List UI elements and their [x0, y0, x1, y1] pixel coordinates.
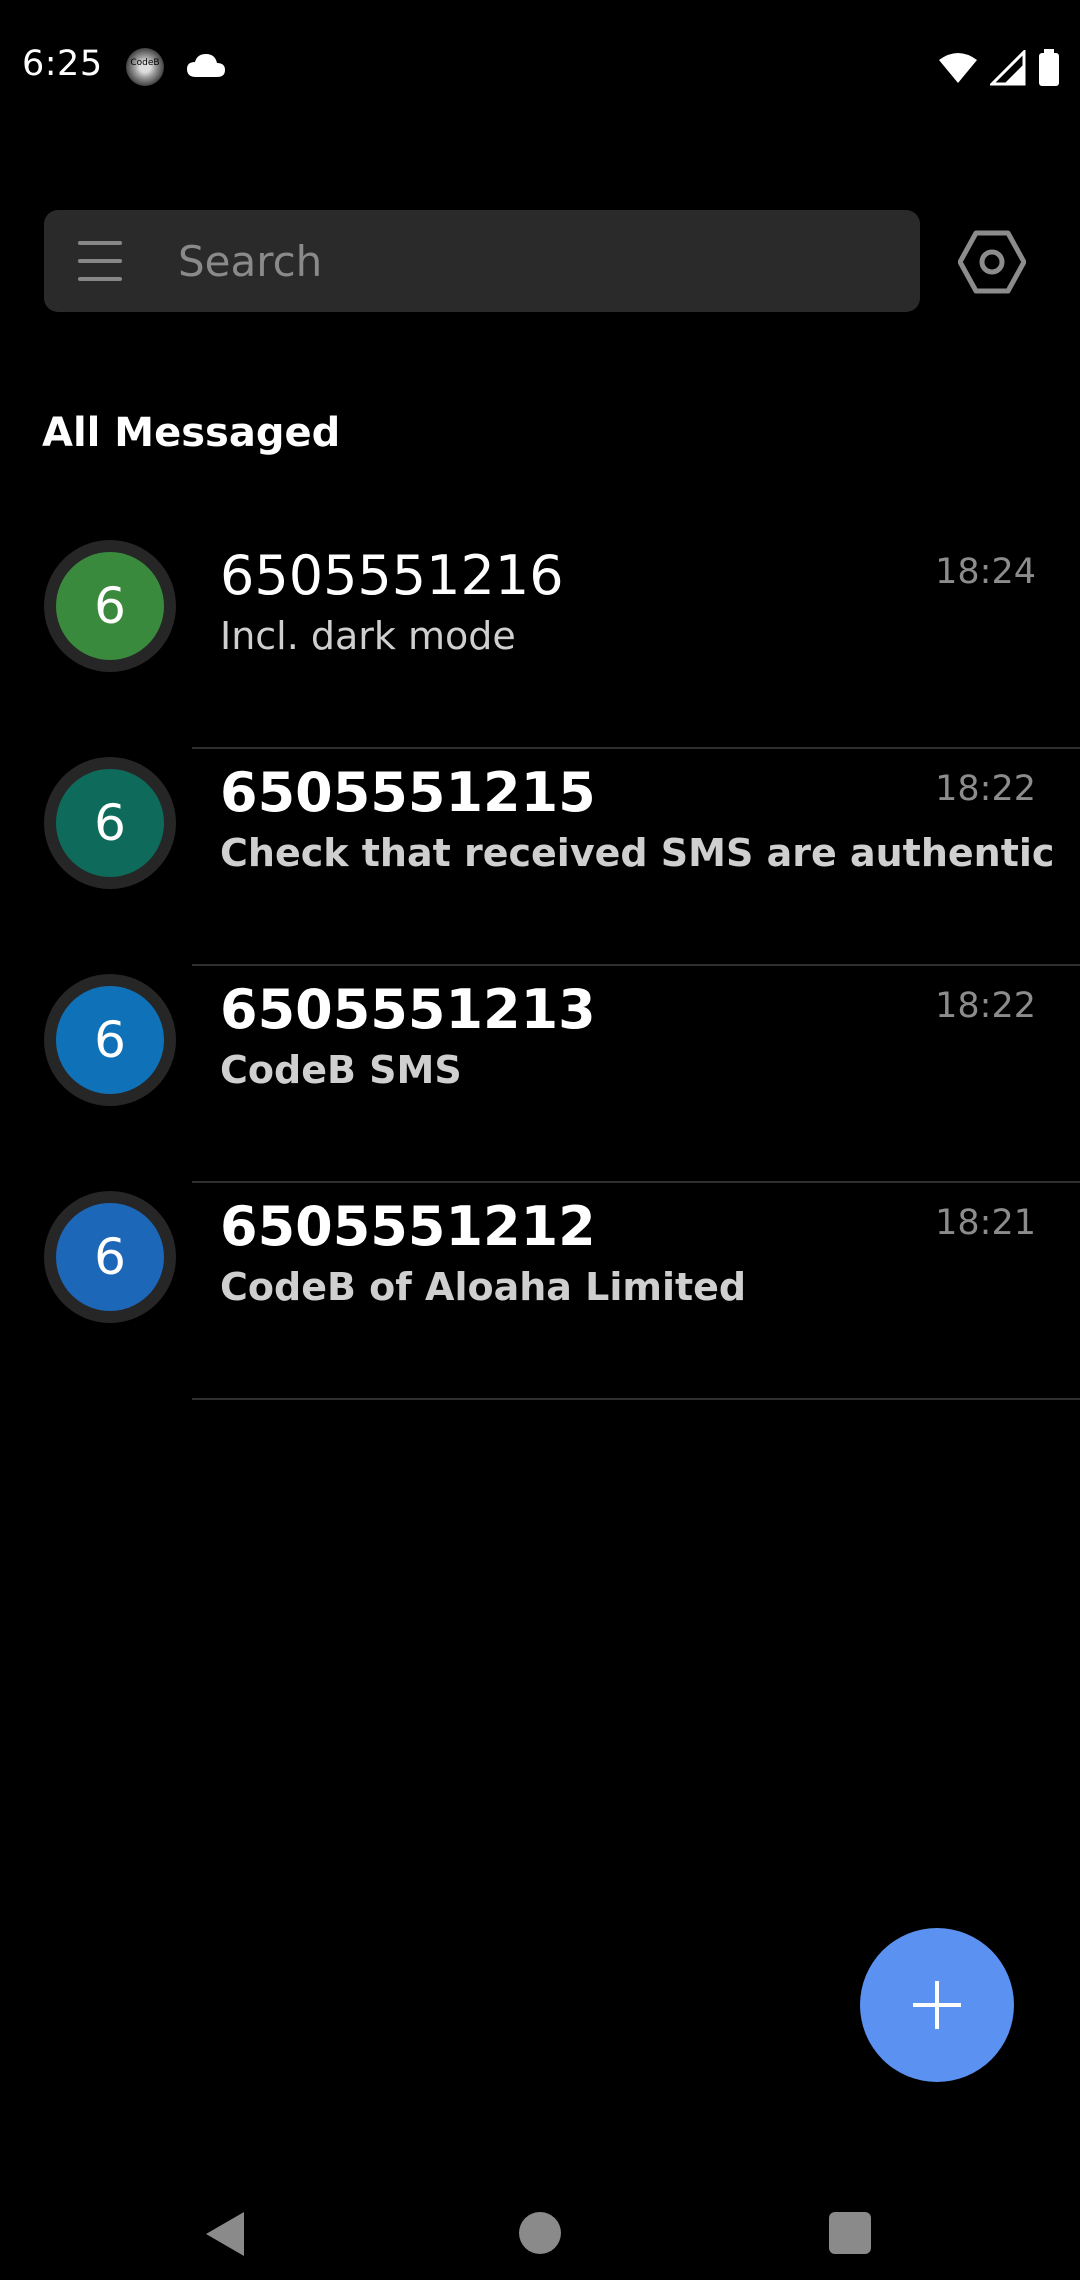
status-bar: 6:25 CodeB [0, 0, 1080, 140]
app-logo-text: CodeB [130, 58, 160, 68]
status-icons [938, 48, 1060, 88]
app-logo-icon: CodeB [126, 48, 164, 86]
avatar: 6 [56, 1203, 164, 1311]
conversation-preview: Check that received SMS are authentic [220, 831, 1055, 875]
search-bar [44, 210, 920, 312]
new-message-button[interactable] [860, 1928, 1014, 2082]
conversation-preview: CodeB of Aloaha Limited [220, 1265, 747, 1309]
back-icon[interactable] [204, 2190, 246, 2276]
settings-icon[interactable] [958, 229, 1026, 295]
recents-icon[interactable] [829, 2212, 871, 2254]
avatar: 6 [56, 769, 164, 877]
conversation-item[interactable]: 6 6505551213 CodeB SMS 18:22 [0, 966, 1080, 1183]
conversation-item[interactable]: 6 6505551215 Check that received SMS are… [0, 749, 1080, 966]
conversation-time: 18:21 [935, 1203, 1036, 1243]
conversation-name: 6505551213 [220, 978, 596, 1041]
search-input[interactable] [176, 235, 860, 287]
conversation-item[interactable]: 6 6505551216 Incl. dark mode 18:24 [0, 532, 1080, 749]
avatar-ring: 6 [44, 974, 176, 1106]
conversation-name: 6505551215 [220, 761, 596, 824]
section-title: All Messaged [42, 410, 341, 456]
avatar-ring: 6 [44, 1191, 176, 1323]
conversation-time: 18:24 [935, 552, 1036, 592]
conversation-time: 18:22 [935, 986, 1036, 1026]
conversation-name: 6505551216 [220, 544, 564, 607]
battery-icon [1039, 49, 1059, 86]
avatar: 6 [56, 552, 164, 660]
navigation-bar [0, 2170, 1080, 2280]
conversation-name: 6505551212 [220, 1195, 596, 1258]
conversation-preview: Incl. dark mode [220, 614, 516, 658]
plus-icon [913, 1981, 961, 2029]
divider [192, 1398, 1080, 1400]
avatar-ring: 6 [44, 757, 176, 889]
signal-icon [990, 50, 1026, 86]
conversation-item[interactable]: 6 6505551212 CodeB of Aloaha Limited 18:… [0, 1183, 1080, 1400]
hamburger-menu-icon[interactable] [78, 241, 122, 281]
home-icon[interactable] [519, 2212, 561, 2254]
avatar-ring: 6 [44, 540, 176, 672]
conversation-list: 6 6505551216 Incl. dark mode 18:24 6 650… [0, 532, 1080, 1400]
conversation-preview: CodeB SMS [220, 1048, 462, 1092]
cloud-icon [187, 54, 225, 77]
messages-screen: 6:25 CodeB A [0, 0, 1080, 2280]
conversation-time: 18:22 [935, 769, 1036, 809]
avatar: 6 [56, 986, 164, 1094]
wifi-icon [939, 53, 977, 83]
status-time: 6:25 [22, 44, 103, 84]
